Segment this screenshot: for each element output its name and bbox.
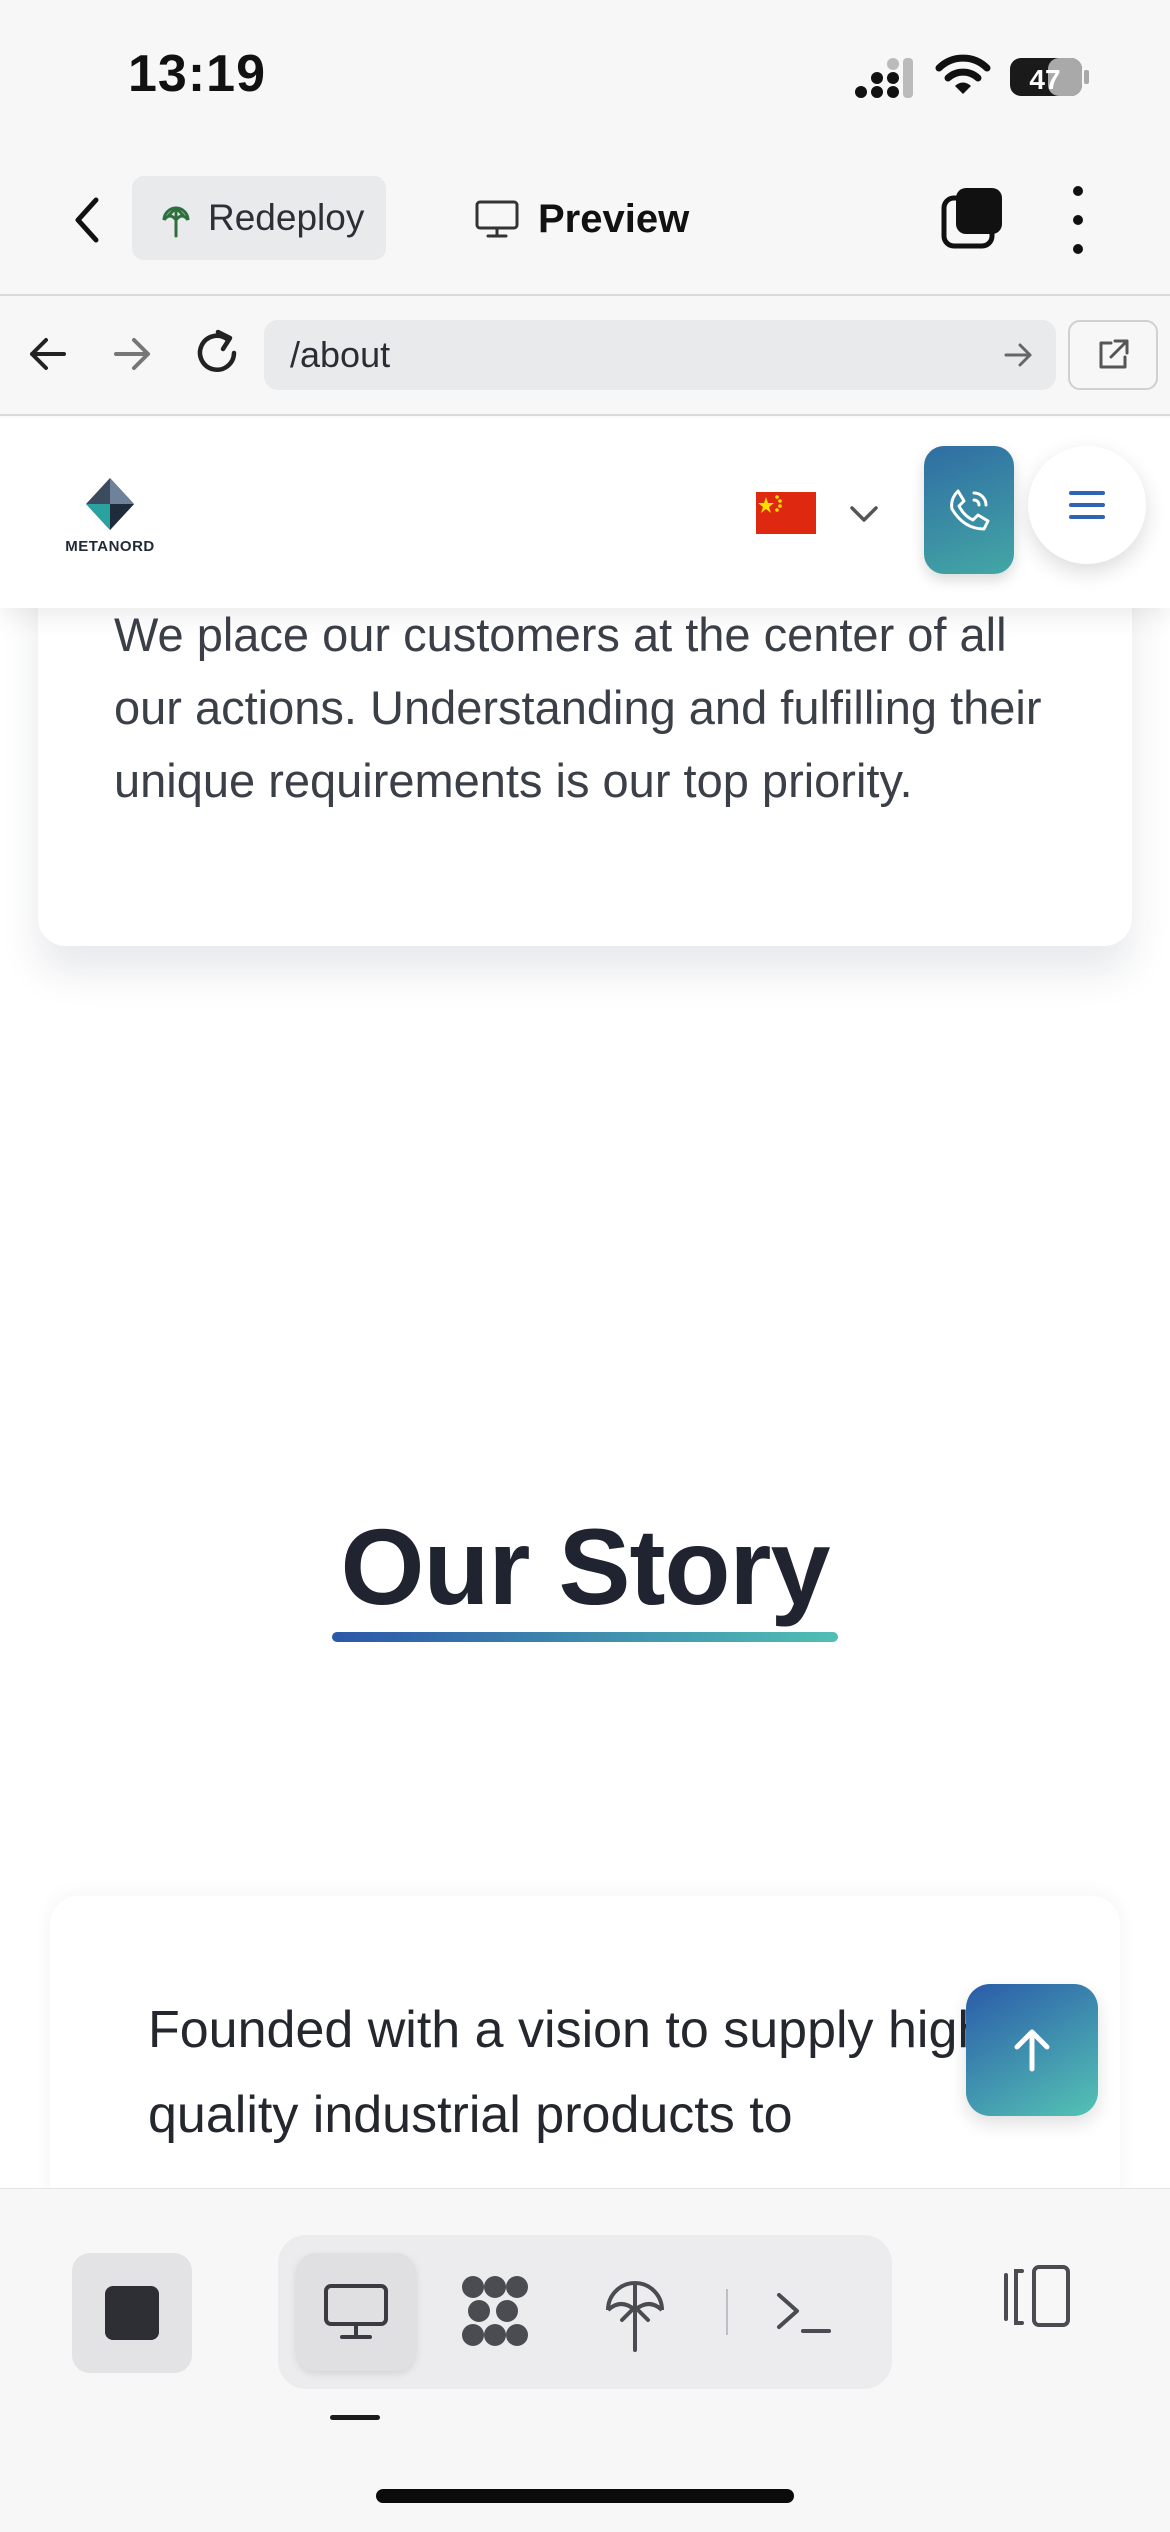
url-text: /about (290, 334, 391, 375)
ai-agent-button[interactable] (450, 2265, 540, 2357)
stop-button[interactable] (72, 2253, 192, 2373)
stop-icon (105, 2286, 159, 2340)
story-card: Founded with a vision to supply high-qua… (50, 1896, 1120, 2188)
deploy-button[interactable] (596, 2263, 674, 2359)
external-link-icon (1099, 339, 1129, 369)
bottom-toolbar (0, 2188, 1170, 2532)
url-bar: /about (0, 296, 1170, 416)
value-card-text: We place our customers at the center of … (114, 608, 1042, 807)
back-button[interactable] (56, 190, 116, 250)
china-flag-icon (756, 492, 816, 534)
more-menu-button[interactable] (1060, 186, 1096, 254)
logo-diamond-icon (86, 478, 134, 530)
wifi-icon (935, 54, 991, 94)
deploy-icon (606, 2281, 664, 2352)
preview-button[interactable]: Preview (474, 180, 689, 258)
arrow-up-icon (1014, 2029, 1050, 2072)
ai-agent-icon (462, 2276, 528, 2346)
status-time: 13:19 (128, 45, 266, 103)
mode-switcher (278, 2235, 892, 2389)
story-section-title: Our Story (0, 1506, 1170, 1627)
console-button[interactable] (768, 2269, 838, 2353)
mode-divider (726, 2289, 728, 2335)
logo-text: METANORD (65, 538, 155, 555)
layout-toggle-icon[interactable] (998, 2261, 1076, 2331)
status-bar: 13:19 47 (0, 0, 1170, 150)
story-title: Our Story (340, 1506, 830, 1627)
chevron-down-icon[interactable] (846, 496, 882, 532)
story-text: Founded with a vision to supply high-qua… (148, 2001, 1004, 2144)
arrow-right-icon[interactable] (108, 330, 156, 378)
preview-mode-button[interactable] (296, 2253, 416, 2371)
home-indicator[interactable] (376, 2489, 794, 2503)
battery-icon: 47 (1010, 58, 1089, 96)
battery-level: 47 (1029, 64, 1060, 95)
site-logo[interactable]: METANORD (60, 476, 160, 566)
signal-icon (855, 58, 913, 98)
title-underline (332, 1632, 838, 1642)
language-flag[interactable] (756, 492, 816, 534)
more-vertical-icon (1073, 186, 1083, 196)
chevron-left-icon (75, 197, 99, 243)
arrow-left-icon[interactable] (24, 330, 72, 378)
url-input[interactable]: /about (264, 320, 1056, 390)
monitor-icon (324, 2284, 388, 2339)
monitor-icon (475, 200, 519, 238)
site-header: METANORD (0, 418, 1170, 608)
phone-icon (950, 489, 990, 531)
web-preview[interactable]: We place our customers at the center of … (0, 418, 1170, 2188)
console-icon (777, 2293, 831, 2333)
app-toolbar: Redeploy Preview (0, 150, 1170, 296)
reload-icon[interactable] (190, 326, 244, 380)
preview-label: Preview (538, 196, 690, 241)
open-external-button[interactable] (1068, 320, 1158, 390)
hamburger-icon (1069, 491, 1105, 495)
tabs-icon[interactable] (938, 184, 1008, 254)
redeploy-label: Redeploy (208, 197, 365, 238)
active-mode-indicator (330, 2415, 380, 2420)
call-button[interactable] (924, 446, 1014, 574)
go-arrow-icon[interactable] (998, 335, 1038, 375)
scroll-to-top-button[interactable] (966, 1984, 1098, 2116)
hamburger-menu-button[interactable] (1028, 446, 1146, 564)
redeploy-icon (162, 206, 190, 238)
redeploy-button[interactable]: Redeploy (132, 176, 386, 260)
